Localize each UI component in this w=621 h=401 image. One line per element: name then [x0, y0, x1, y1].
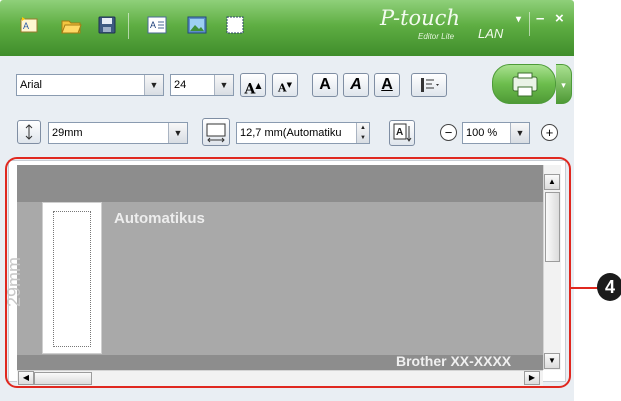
title-dropdown-button[interactable]: ▾: [516, 14, 521, 25]
zoom-value: 100 %: [466, 127, 498, 139]
new-icon[interactable]: A: [18, 14, 40, 36]
font-combo[interactable]: Arial ▼: [16, 74, 164, 96]
svg-text:A: A: [150, 20, 156, 30]
layout-area-highlight: [5, 157, 571, 388]
chevron-down-icon[interactable]: ▼: [144, 75, 163, 95]
bold-button[interactable]: A: [312, 73, 338, 97]
grow-font-label: A: [244, 81, 256, 98]
zoom-in-button[interactable]: +: [541, 124, 558, 141]
brand-edition: LAN: [478, 26, 504, 41]
tape-width-combo[interactable]: 29mm ▼: [48, 122, 188, 144]
zoom-combo[interactable]: 100 % ▼: [462, 122, 530, 144]
brand-subtitle: Editor Lite: [418, 32, 455, 41]
font-size-value: 24: [174, 79, 187, 91]
app-brand: P-touch Editor Lite LAN: [380, 6, 530, 46]
shrink-font-button[interactable]: A▼: [272, 73, 298, 97]
shrink-font-label: A: [278, 81, 287, 95]
svg-text:A: A: [396, 127, 403, 138]
underline-button[interactable]: A: [374, 73, 400, 97]
align-left-icon: [421, 78, 439, 92]
print-options-button[interactable]: ▾: [556, 64, 572, 104]
frame-icon[interactable]: [224, 14, 246, 36]
length-spinner[interactable]: ▲ ▼: [356, 123, 369, 143]
zoom-out-button[interactable]: −: [440, 124, 457, 141]
underline-label: A: [381, 76, 393, 93]
title-separator: [529, 12, 530, 36]
print-button[interactable]: [492, 64, 556, 104]
align-button[interactable]: [411, 73, 447, 97]
callout-number: 4: [597, 273, 621, 301]
italic-label: A: [350, 76, 362, 93]
chevron-down-icon[interactable]: ▼: [214, 75, 233, 95]
close-button[interactable]: ×: [555, 10, 564, 27]
italic-button[interactable]: A: [343, 73, 369, 97]
chevron-down-icon[interactable]: ▼: [510, 123, 529, 143]
toolbar-separator: [128, 13, 129, 39]
font-value: Arial: [20, 79, 43, 91]
bold-label: A: [319, 76, 331, 93]
label-length-icon: [202, 118, 230, 146]
label-length-value: 12,7 mm(Automatiku: [240, 127, 342, 139]
callout-leader: [571, 287, 598, 289]
grow-font-button[interactable]: A▲: [240, 73, 266, 98]
brand-name: P-touch: [380, 6, 460, 30]
printer-icon: [512, 72, 538, 97]
svg-text:A: A: [23, 21, 29, 31]
tape-width-icon: [17, 120, 41, 144]
open-icon[interactable]: [60, 14, 82, 36]
minimize-button[interactable]: –: [536, 10, 544, 27]
insert-text-icon[interactable]: A: [146, 14, 168, 36]
font-size-combo[interactable]: 24 ▼: [170, 74, 234, 96]
insert-image-icon[interactable]: [186, 14, 208, 36]
label-length-field[interactable]: 12,7 mm(Automatiku ▲ ▼: [236, 122, 370, 144]
chevron-down-icon[interactable]: ▼: [168, 123, 187, 143]
auto-length-button[interactable]: A: [389, 120, 415, 146]
tape-width-value: 29mm: [52, 127, 83, 139]
save-icon[interactable]: [96, 14, 118, 36]
